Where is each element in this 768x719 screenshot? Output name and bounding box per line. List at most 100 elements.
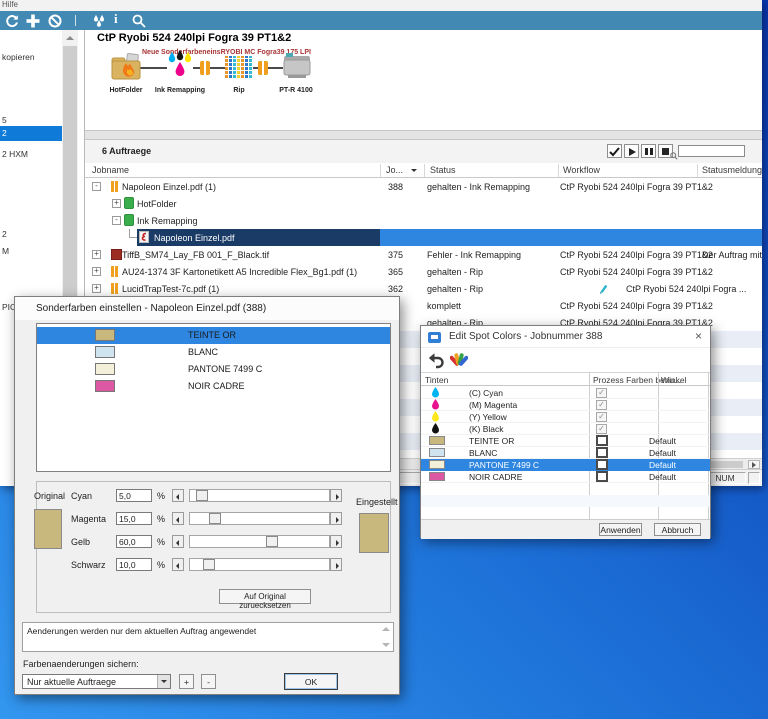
spot-color-item[interactable]: TEINTE OR bbox=[37, 327, 390, 344]
channel-slider[interactable] bbox=[189, 558, 330, 571]
pause-button[interactable] bbox=[641, 144, 656, 158]
ink-row[interactable]: ✓ (Y) Yellow bbox=[421, 411, 710, 423]
sort-arrow-icon[interactable] bbox=[411, 169, 417, 175]
slider-right-icon[interactable] bbox=[330, 558, 342, 571]
checkbox-checked[interactable]: ✓ bbox=[596, 400, 607, 410]
channel-value-input[interactable]: 15,0 bbox=[116, 512, 152, 525]
apply-button[interactable]: Anwenden bbox=[599, 523, 642, 536]
slider-thumb[interactable] bbox=[203, 559, 215, 570]
color-fan-icon[interactable] bbox=[449, 351, 469, 374]
checkbox-unchecked[interactable] bbox=[596, 459, 608, 470]
dialog-titlebar[interactable]: Sonderfarben einstellen - Napoleon Einze… bbox=[15, 297, 399, 320]
checkbox-checked[interactable]: ✓ bbox=[596, 412, 607, 422]
column-statusmeldung[interactable]: Statusmeldung bbox=[702, 165, 762, 175]
close-icon[interactable]: × bbox=[695, 329, 702, 343]
column-tinten[interactable]: Tinten bbox=[425, 375, 448, 385]
job-search-input[interactable] bbox=[678, 145, 745, 157]
scroll-down-icon[interactable] bbox=[382, 643, 390, 647]
scroll-up-icon[interactable] bbox=[62, 30, 78, 46]
dialog-titlebar[interactable]: Edit Spot Colors - Jobnummer 388 × bbox=[421, 326, 710, 348]
column-workflow[interactable]: Workflow bbox=[563, 165, 600, 175]
play-button[interactable] bbox=[624, 144, 639, 158]
channel-slider[interactable] bbox=[189, 489, 330, 502]
spot-color-item[interactable]: BLANC bbox=[37, 344, 390, 361]
info-icon[interactable]: i bbox=[114, 11, 118, 27]
hotfolder-icon[interactable] bbox=[110, 52, 142, 87]
job-row[interactable]: + TiffB_SM74_Lay_FB 001_F_Black.tif 375 Feh… bbox=[85, 246, 762, 263]
column-winkel[interactable]: Winkel bbox=[661, 375, 687, 385]
job-row[interactable]: + HotFolder bbox=[85, 195, 762, 212]
add-button[interactable]: + bbox=[179, 674, 194, 689]
checkbox-unchecked[interactable] bbox=[596, 447, 608, 458]
slider-left-icon[interactable] bbox=[172, 512, 184, 525]
slider-right-icon[interactable] bbox=[330, 489, 342, 502]
column-divider[interactable] bbox=[697, 164, 698, 177]
column-jobnr[interactable]: Jo... bbox=[386, 165, 403, 175]
sidebar-item[interactable]: 2 HXM bbox=[2, 149, 28, 159]
platesetter-icon[interactable] bbox=[283, 52, 311, 85]
slider-left-icon[interactable] bbox=[172, 535, 184, 548]
channel-slider[interactable] bbox=[189, 535, 330, 548]
sidebar-item[interactable]: kopieren bbox=[2, 52, 35, 62]
ink-row[interactable]: NOIR CADRE Default bbox=[421, 471, 710, 483]
slider-left-icon[interactable] bbox=[172, 558, 184, 571]
spot-color-item[interactable]: PANTONE 7499 C bbox=[37, 361, 390, 378]
slider-thumb[interactable] bbox=[209, 513, 221, 524]
ink-row[interactable]: ✓ (K) Black bbox=[421, 423, 710, 435]
job-row[interactable]: + AU24-1374 3F Kartonetikett A5 Incredibl… bbox=[85, 263, 762, 280]
checkbox-unchecked[interactable] bbox=[596, 435, 608, 446]
slider-thumb[interactable] bbox=[196, 490, 208, 501]
channel-value-input[interactable]: 60,0 bbox=[116, 535, 152, 548]
column-status[interactable]: Status bbox=[430, 165, 456, 175]
scroll-right-icon[interactable] bbox=[748, 460, 760, 469]
channel-value-input[interactable]: 10,0 bbox=[116, 558, 152, 571]
ok-button[interactable]: OK bbox=[284, 673, 338, 690]
splitter-bar[interactable] bbox=[85, 130, 762, 140]
search-icon[interactable] bbox=[132, 14, 146, 28]
reset-original-button[interactable]: Auf Original zuruecksetzen bbox=[219, 589, 311, 610]
ink-row[interactable]: TEINTE OR Default bbox=[421, 435, 710, 447]
sidebar-item[interactable]: 2 bbox=[2, 229, 7, 239]
scroll-up-icon[interactable] bbox=[382, 627, 390, 631]
job-row[interactable]: - Napoleon Einzel.pdf (1) 388 gehalten - In… bbox=[85, 178, 762, 195]
refresh-icon[interactable] bbox=[5, 14, 19, 28]
tree-expander-icon[interactable]: - bbox=[92, 182, 101, 191]
checkbox-checked[interactable]: ✓ bbox=[596, 424, 607, 434]
checkbox-unchecked[interactable] bbox=[596, 471, 608, 482]
tree-expander-icon[interactable]: - bbox=[112, 216, 121, 225]
sidebar-item[interactable]: 5 bbox=[2, 115, 7, 125]
column-divider[interactable] bbox=[558, 164, 559, 177]
slider-thumb[interactable] bbox=[266, 536, 278, 547]
slider-left-icon[interactable] bbox=[172, 489, 184, 502]
release-button[interactable] bbox=[607, 144, 622, 158]
ink-row[interactable]: ✓ (M) Magenta bbox=[421, 399, 710, 411]
spot-color-item[interactable]: NOIR CADRE bbox=[37, 378, 390, 395]
job-row[interactable]: Napoleon Einzel.pdf bbox=[85, 229, 762, 246]
slider-right-icon[interactable] bbox=[330, 512, 342, 525]
save-scope-combo[interactable]: Nur aktuelle Auftraege bbox=[22, 674, 171, 689]
undo-icon[interactable] bbox=[426, 351, 444, 374]
sidebar-item[interactable]: M bbox=[2, 246, 9, 256]
ink-row[interactable]: PANTONE 7499 C Default bbox=[421, 459, 710, 471]
column-jobname[interactable]: Jobname bbox=[92, 165, 129, 175]
job-row[interactable]: + LucidTrapTest-7c.pdf (1) 362 gehalten - R… bbox=[85, 280, 762, 297]
tree-expander-icon[interactable]: + bbox=[92, 284, 101, 293]
ink-row[interactable]: ✓ (C) Cyan bbox=[421, 387, 710, 399]
chevron-down-icon[interactable] bbox=[157, 675, 170, 688]
rip-grid-icon[interactable] bbox=[225, 56, 253, 78]
checkbox-checked[interactable]: ✓ bbox=[596, 388, 607, 398]
block-icon[interactable] bbox=[48, 14, 62, 28]
channel-value-input[interactable]: 5,0 bbox=[116, 489, 152, 502]
cancel-button[interactable]: Abbruch bbox=[654, 523, 701, 536]
slider-right-icon[interactable] bbox=[330, 535, 342, 548]
column-divider[interactable] bbox=[380, 164, 381, 177]
menu-help[interactable]: Hilfe bbox=[2, 0, 18, 9]
channel-slider[interactable] bbox=[189, 512, 330, 525]
remove-button[interactable]: - bbox=[201, 674, 216, 689]
job-row[interactable]: - Ink Remapping bbox=[85, 212, 762, 229]
tree-expander-icon[interactable]: + bbox=[92, 250, 101, 259]
tree-expander-icon[interactable]: + bbox=[112, 199, 121, 208]
ink-icon[interactable] bbox=[92, 14, 106, 28]
ink-drops-icon[interactable] bbox=[167, 50, 193, 87]
column-divider[interactable] bbox=[424, 164, 425, 177]
